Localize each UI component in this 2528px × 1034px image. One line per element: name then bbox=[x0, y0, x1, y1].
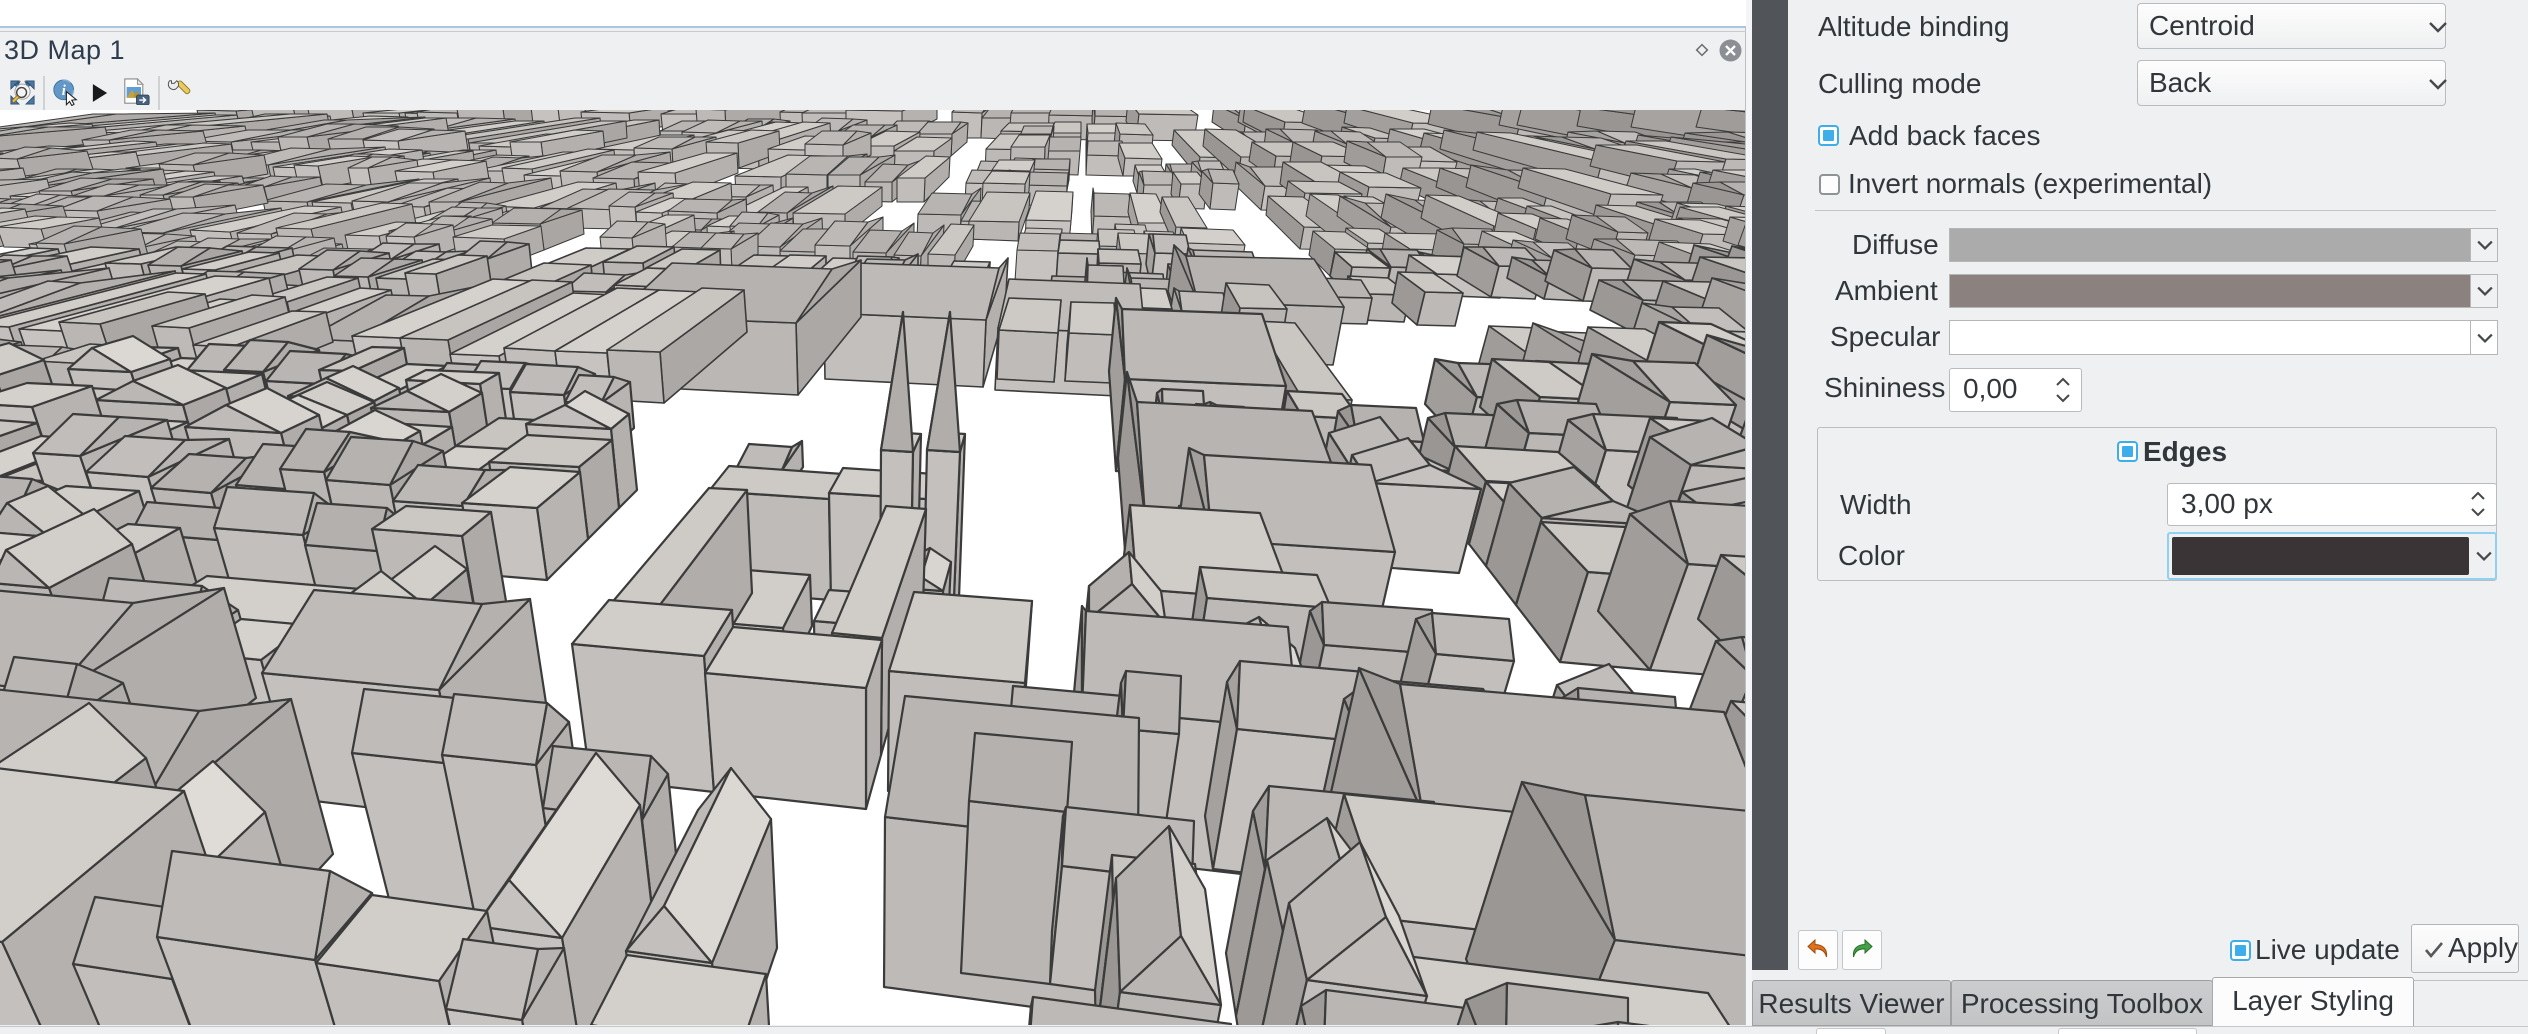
svg-text:i: i bbox=[62, 83, 66, 99]
